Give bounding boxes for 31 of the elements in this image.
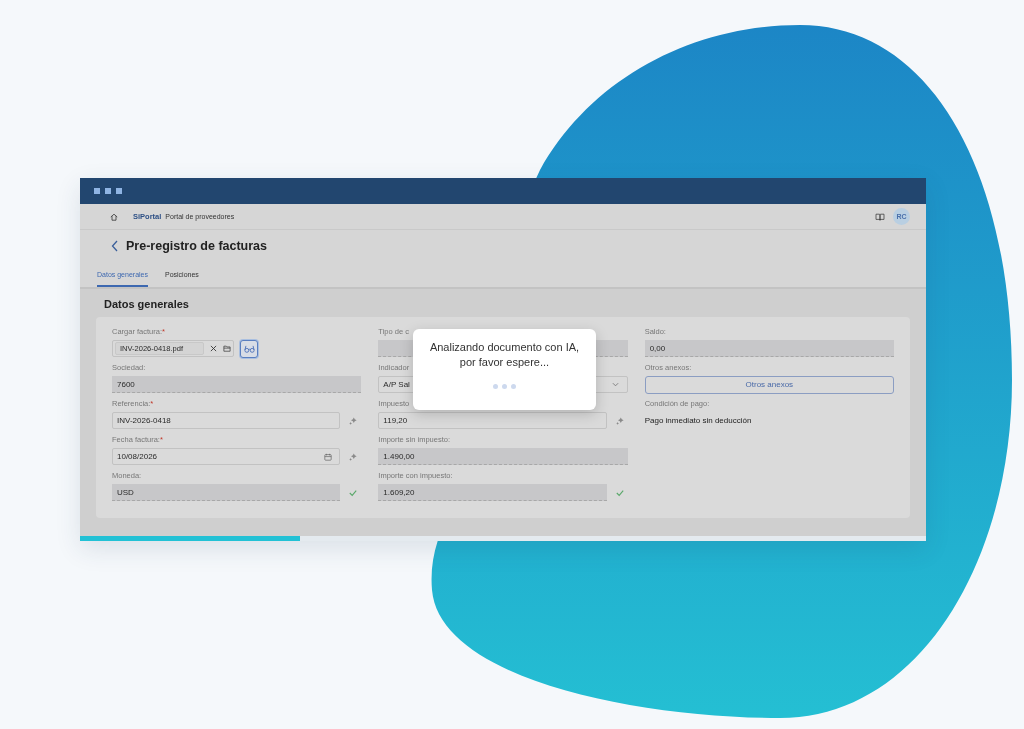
input-field[interactable]: INV-2026-0418 [112,412,341,429]
readonly-field: 1.609,20 [378,484,607,501]
loading-dot-icon [511,384,516,389]
calendar-icon[interactable] [324,452,333,461]
loading-message: Analizando documento con IA, por favor espere... [429,340,580,370]
book-icon[interactable] [875,212,885,221]
date-field[interactable]: 10/08/2026 [112,448,341,465]
loading-dot-icon [493,384,498,389]
field-value: Pago inmediato sin deducción [644,415,753,427]
attachments-button[interactable]: Otros anexos [644,375,894,394]
glasses-icon [243,344,255,353]
sparkle-icon[interactable] [615,416,624,425]
readonly-field: USD [112,484,341,501]
square-icon [116,188,122,194]
page-title: Pre-registro de facturas [126,239,268,253]
close-icon[interactable] [210,345,217,352]
readonly-field: 7600 [112,376,362,393]
sparkle-icon[interactable] [349,452,358,461]
input-field[interactable]: 119,20 [378,412,607,429]
preview-button[interactable] [240,339,258,358]
sparkle-icon[interactable] [349,416,358,425]
readonly-field: 1.490,00 [378,448,628,465]
chevron-down-icon [611,382,619,387]
readonly-field: 0,00 [644,340,894,357]
folder-icon[interactable] [223,345,231,352]
back-icon[interactable] [111,240,118,252]
square-icon [105,188,111,194]
section-title: Datos generales [103,297,190,311]
home-icon[interactable] [110,212,118,221]
loading-dot-icon [502,384,507,389]
square-icon [94,188,100,194]
